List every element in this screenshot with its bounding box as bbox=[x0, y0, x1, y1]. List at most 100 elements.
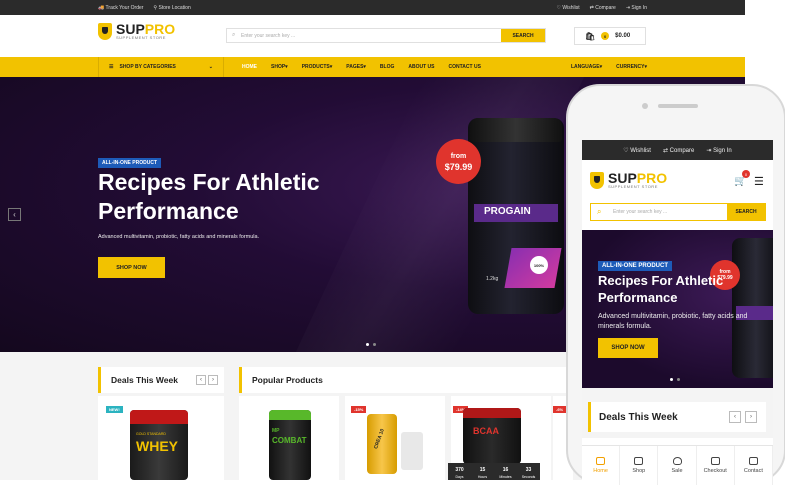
mobile-search-input[interactable]: Enter your search key ... bbox=[591, 209, 727, 215]
search-input[interactable]: Enter your search key ... bbox=[227, 33, 501, 39]
nav-about[interactable]: ABOUT US bbox=[408, 64, 434, 70]
bottom-nav-contact[interactable]: Contact bbox=[735, 446, 773, 485]
mobile-compare-link[interactable]: ⇄ Compare bbox=[663, 147, 694, 154]
mobile-deals-prev-button[interactable]: ‹ bbox=[729, 411, 741, 423]
product-card[interactable]: MP COMBAT bbox=[239, 396, 339, 480]
bottom-nav-checkout[interactable]: Checkout bbox=[697, 446, 735, 485]
mobile-deals-section: Deals This Week ‹ › bbox=[582, 388, 773, 438]
signin-link[interactable]: ⇥ Sign In bbox=[626, 5, 647, 11]
slider-dot[interactable] bbox=[373, 343, 376, 346]
hamburger-menu-icon[interactable]: ☰ bbox=[754, 175, 764, 188]
price-badge: from $79.99 bbox=[436, 139, 481, 184]
product-card[interactable]: -15% CREA 10 bbox=[345, 396, 445, 480]
mobile-search-button[interactable]: SEARCH bbox=[727, 204, 765, 220]
discount-tag: -15% bbox=[351, 406, 367, 413]
hero-title: Recipes For Athletic Performance bbox=[98, 169, 320, 224]
phone-camera bbox=[642, 103, 648, 109]
bottom-nav-shop[interactable]: Shop bbox=[620, 446, 659, 485]
search-bar: ⌕ Enter your search key ... SEARCH bbox=[226, 28, 546, 43]
crea-bottle-image: CREA 10 bbox=[367, 414, 397, 474]
mobile-slider-dots bbox=[670, 378, 680, 381]
timer-hours: 15 Hours bbox=[477, 467, 488, 479]
bottom-nav-home[interactable]: Home bbox=[582, 446, 621, 485]
shield-logo-icon bbox=[590, 172, 604, 189]
phone-speaker bbox=[658, 104, 698, 108]
timer-minutes: 16 Minutes bbox=[499, 467, 512, 479]
shaker-image bbox=[401, 432, 423, 470]
mobile-shop-now-button[interactable]: SHOP NOW bbox=[598, 338, 658, 358]
slider-dot[interactable] bbox=[366, 343, 369, 346]
menu-icon: ☰ bbox=[109, 64, 114, 70]
cart-total: $0.00 bbox=[615, 33, 631, 39]
timer-days: 370 Days bbox=[455, 467, 464, 479]
combat-jar-image: MP COMBAT bbox=[269, 410, 311, 480]
mobile-signin-link[interactable]: ⇥ Sign In bbox=[706, 147, 731, 154]
shop-now-button[interactable]: SHOP NOW bbox=[98, 257, 165, 278]
mobile-hero: ALL-IN-ONE PRODUCT from $79.99 Recipes Fo… bbox=[582, 230, 773, 388]
slider-dot[interactable] bbox=[670, 378, 673, 381]
flame-icon bbox=[672, 457, 682, 465]
mobile-deals-next-button[interactable]: › bbox=[745, 411, 757, 423]
store-location-link[interactable]: ⚲ Store Location bbox=[153, 5, 190, 11]
mobile-bottom-nav: Home Shop Sale Checkout Contact bbox=[582, 445, 773, 485]
countdown-timer: 370 Days 15 Hours 16 Minutes 33 Seconds bbox=[448, 463, 540, 480]
deals-prev-button[interactable]: ‹ bbox=[196, 375, 206, 385]
wallet-icon bbox=[710, 457, 720, 465]
nav-blog[interactable]: BLOG bbox=[380, 64, 394, 70]
timer-seconds: 33 Seconds bbox=[521, 467, 536, 479]
mail-icon bbox=[748, 457, 758, 465]
deals-header: Deals This Week ‹ › bbox=[98, 367, 224, 393]
deals-next-button[interactable]: › bbox=[208, 375, 218, 385]
shield-logo-icon bbox=[98, 23, 112, 40]
top-bar: 🚚 Track Your Order ⚲ Store Location ♡ Wi… bbox=[0, 0, 745, 15]
chevron-left-icon: ‹ bbox=[13, 210, 16, 219]
shop-by-categories-button[interactable]: ☰ SHOP BY CATEGORIES ⌄ bbox=[98, 57, 224, 77]
search-button[interactable]: SEARCH bbox=[501, 29, 545, 42]
chevron-down-icon: ⌄ bbox=[208, 64, 213, 70]
mobile-logo[interactable]: SUPPRO SUPPLEMENT STORE bbox=[590, 171, 667, 189]
tub-lid bbox=[470, 118, 562, 142]
slider-dot[interactable] bbox=[677, 378, 680, 381]
search-icon: ⌕ bbox=[232, 32, 236, 38]
slider-dots bbox=[366, 343, 376, 346]
mobile-hero-title: Recipes For Athletic Performance bbox=[598, 273, 724, 305]
mobile-product-image bbox=[732, 238, 773, 378]
mobile-deals-header: Deals This Week ‹ › bbox=[588, 402, 766, 432]
cart-button[interactable]: 🛍 0 $0.00 bbox=[574, 27, 646, 45]
hero-subtitle: Advanced multivitamin, probiotic, fatty … bbox=[98, 234, 260, 240]
mobile-hero-tag: ALL-IN-ONE PRODUCT bbox=[598, 254, 672, 272]
shop-bag-icon bbox=[634, 457, 644, 465]
nav-home[interactable]: HOME bbox=[242, 64, 257, 70]
bottom-nav-sale[interactable]: Sale bbox=[658, 446, 697, 485]
phone-mockup: ♡ Wishlist ⇄ Compare ⇥ Sign In SUPPRO SU… bbox=[566, 84, 785, 485]
popular-title: Popular Products bbox=[252, 375, 323, 385]
main-nav: ☰ SHOP BY CATEGORIES ⌄ HOME SHOP▾ PRODUC… bbox=[0, 57, 745, 77]
cart-count-badge: 0 bbox=[601, 32, 610, 40]
language-select[interactable]: LANGUAGE▾ bbox=[571, 64, 602, 70]
new-tag: NEW! bbox=[106, 406, 123, 413]
mobile-search-bar: ⌕ Enter your search key ... SEARCH bbox=[590, 203, 766, 221]
product-card[interactable]: NEW! GOLD STANDARD WHEY bbox=[98, 396, 224, 480]
wishlist-link[interactable]: ♡ Wishlist bbox=[557, 5, 580, 11]
discount-tag: -6% bbox=[553, 406, 567, 413]
nav-products[interactable]: PRODUCTS▾ bbox=[302, 64, 333, 70]
search-icon: ⌕ bbox=[597, 207, 602, 216]
nav-contact[interactable]: CONTACT US bbox=[449, 64, 481, 70]
compare-link[interactable]: ⇄ Compare bbox=[590, 5, 616, 11]
quality-seal: 100% bbox=[530, 256, 548, 274]
logo[interactable]: SUPPRO SUPPLEMENT STORE bbox=[98, 22, 175, 40]
hero-tag: ALL-IN-ONE PRODUCT bbox=[98, 151, 161, 169]
prev-slide-button[interactable]: ‹ bbox=[8, 208, 21, 221]
mobile-hero-subtitle: Advanced multivitamin, probiotic, fatty … bbox=[598, 313, 748, 330]
currency-select[interactable]: CURRENCY▾ bbox=[616, 64, 647, 70]
product-weight-label: 1.2kg bbox=[486, 276, 499, 282]
whey-jar-image: GOLD STANDARD WHEY bbox=[130, 410, 188, 480]
bcaa-jar-image: BCAA bbox=[463, 408, 521, 464]
mobile-wishlist-link[interactable]: ♡ Wishlist bbox=[623, 147, 651, 154]
nav-shop[interactable]: SHOP▾ bbox=[271, 64, 288, 70]
product-brand-label: PROGAIN bbox=[484, 206, 531, 217]
progain-product-image: PROGAIN 1.2kg 100% bbox=[468, 118, 564, 314]
track-order-link[interactable]: 🚚 Track Your Order bbox=[98, 5, 143, 11]
mobile-top-bar: ♡ Wishlist ⇄ Compare ⇥ Sign In bbox=[582, 140, 773, 160]
nav-pages[interactable]: PAGES▾ bbox=[346, 64, 366, 70]
